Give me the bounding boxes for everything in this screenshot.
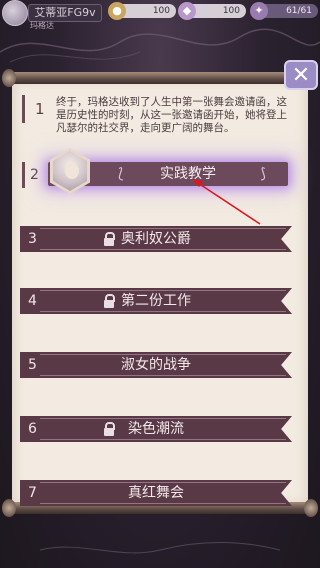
bottom-ornament [40,542,280,554]
guide-arrow [192,179,261,225]
